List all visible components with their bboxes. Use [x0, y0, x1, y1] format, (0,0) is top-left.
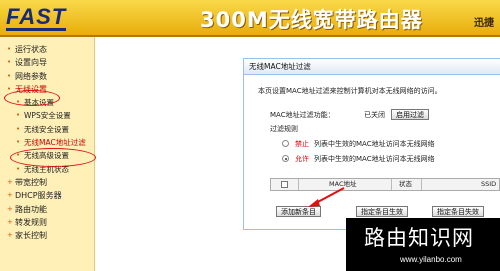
sidebar-item-bandwidth[interactable]: + 带宽控制: [0, 176, 94, 189]
column-divider: [391, 179, 392, 190]
bullet-icon: •: [16, 151, 21, 160]
watermark-url: www.yilanbo.com: [400, 255, 462, 264]
enable-selected-button[interactable]: 指定条目生效: [356, 206, 408, 217]
enable-filter-button[interactable]: 启用过滤: [391, 109, 429, 120]
rule-deny-radio[interactable]: [282, 140, 289, 147]
sidebar-item-wps[interactable]: • WPS安全设置: [0, 109, 94, 122]
sidebar-item-mac-filter[interactable]: • 无线MAC地址过滤: [0, 136, 94, 149]
sidebar-item-running-status[interactable]: • 运行状态: [0, 43, 94, 56]
column-status: 状态: [399, 180, 412, 188]
bullet-icon: •: [16, 98, 21, 107]
sidebar-menu: • 运行状态 • 设置向导 • 网络参数 • 无线设置 • 基本设置 • WPS安全设置 •…: [0, 37, 94, 242]
watermark: 路由知识网 www.yilanbo.com: [346, 218, 500, 271]
rule-allow-radio[interactable]: [282, 155, 289, 162]
bullet-icon: •: [7, 84, 12, 93]
sidebar-item-forwarding[interactable]: + 转发规则: [0, 216, 94, 229]
filter-status-label: MAC地址过滤功能：: [270, 111, 335, 119]
column-mac: MAC地址: [329, 180, 357, 188]
sidebar-item-wireless-security[interactable]: • 无线安全设置: [0, 123, 94, 136]
header-bar: FAST 300M无线宽带路由器 迅捷: [0, 0, 500, 37]
logo-underline: [6, 28, 66, 31]
column-ssid: SSID: [481, 180, 497, 188]
sidebar-item-wireless[interactable]: • 无线设置: [0, 83, 94, 96]
product-title: 300M无线宽带路由器: [200, 8, 423, 32]
bullet-icon: •: [7, 58, 12, 67]
sidebar-item-host-status[interactable]: • 无线主机状态: [0, 163, 94, 176]
bullet-icon: •: [7, 45, 12, 53]
filter-status-value: 已关闭: [364, 111, 385, 119]
bullet-icon: •: [16, 124, 21, 133]
mac-table-header: MAC地址 状态 SSID: [270, 178, 500, 191]
brand-label: 迅捷: [474, 18, 494, 29]
filter-rules-label: 过滤规则: [270, 125, 298, 133]
column-divider: [421, 179, 422, 190]
bullet-icon: +: [7, 177, 13, 186]
bullet-icon: +: [7, 204, 13, 213]
column-divider: [298, 179, 299, 190]
bullet-icon: •: [16, 164, 21, 173]
sidebar-item-routing[interactable]: + 路由功能: [0, 203, 94, 216]
rule-allow-text: 列表中生效的MAC地址访问本无线网络: [314, 155, 435, 163]
add-entry-button[interactable]: 添加新条目: [276, 206, 321, 217]
sidebar-item-network[interactable]: • 网络参数: [0, 70, 94, 83]
panel-description: 本页设置MAC地址过滤来控制计算机对本无线网络的访问。: [258, 87, 442, 95]
rule-deny-text: 列表中生效的MAC地址访问本无线网络: [314, 140, 435, 148]
sidebar-item-parental[interactable]: + 家长控制: [0, 229, 94, 242]
bullet-icon: •: [16, 111, 21, 120]
sidebar-item-basic[interactable]: • 基本设置: [0, 96, 94, 109]
bullet-icon: +: [7, 231, 13, 240]
watermark-title: 路由知识网: [364, 226, 474, 250]
bullet-icon: +: [7, 191, 13, 200]
disable-selected-button[interactable]: 指定条目失效: [432, 206, 484, 217]
bullet-icon: +: [7, 217, 13, 226]
select-all-checkbox[interactable]: [281, 181, 288, 188]
bullet-icon: •: [16, 138, 21, 147]
fast-logo: FAST: [6, 4, 67, 29]
rule-deny-keyword: 禁止: [295, 140, 309, 148]
sidebar: • 运行状态 • 设置向导 • 网络参数 • 无线设置 • 基本设置 • WPS安全设置 •…: [0, 37, 95, 271]
sidebar-item-setup-wizard[interactable]: • 设置向导: [0, 56, 94, 69]
sidebar-item-advanced[interactable]: • 无线高级设置: [0, 149, 94, 162]
sidebar-item-dhcp[interactable]: + DHCP服务器: [0, 189, 94, 202]
panel-title: 无线MAC地址过滤: [244, 59, 500, 75]
bullet-icon: •: [7, 71, 12, 80]
rule-allow-keyword: 允许: [295, 155, 309, 163]
